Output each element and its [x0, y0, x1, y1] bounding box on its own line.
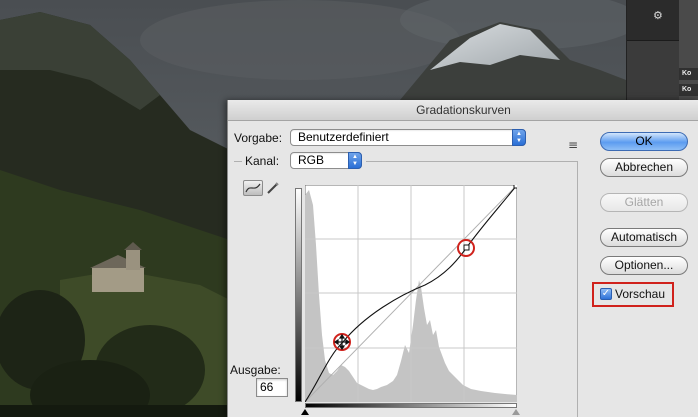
- preview-checkbox[interactable]: ✓: [600, 288, 612, 300]
- select-arrows-icon: ▲ ▼: [512, 129, 526, 146]
- curve-points-icon[interactable]: [243, 180, 263, 196]
- preview-label[interactable]: Vorschau: [615, 287, 665, 301]
- curves-graph[interactable]: [305, 185, 517, 402]
- panel-layers-icon[interactable]: ⚙︎: [653, 9, 663, 22]
- channel-value: RGB: [298, 153, 325, 167]
- panel-toolbar: ⚙︎: [627, 0, 679, 41]
- auto-button[interactable]: Automatisch: [600, 228, 688, 247]
- white-point-slider[interactable]: [512, 409, 520, 415]
- curve-point[interactable]: [513, 185, 517, 189]
- preset-select[interactable]: Benutzerdefiniert ▲ ▼: [290, 129, 526, 146]
- preset-value: Benutzerdefiniert: [298, 130, 389, 144]
- input-gradient-bar: [305, 403, 517, 408]
- group-border: [366, 161, 578, 162]
- curve-glyph: [245, 183, 261, 193]
- panel-tab-label[interactable]: Ko: [679, 68, 698, 80]
- channel-select[interactable]: RGB ▲ ▼: [290, 152, 362, 169]
- group-border: [234, 161, 242, 162]
- output-label: Ausgabe:: [230, 363, 281, 377]
- panel-tab-label[interactable]: Ko: [679, 84, 698, 96]
- curve-point[interactable]: [463, 244, 470, 251]
- channel-label: Kanal:: [245, 154, 280, 168]
- pencil-icon[interactable]: [266, 181, 280, 195]
- dialog-title: Gradationskurven: [228, 100, 698, 121]
- preset-options-icon[interactable]: ≡: [568, 138, 578, 152]
- output-value-input[interactable]: 66: [256, 378, 288, 397]
- output-gradient-bar: [295, 188, 302, 402]
- options-button[interactable]: Optionen...: [600, 256, 688, 275]
- smooth-button[interactable]: Glätten: [600, 193, 688, 212]
- preset-label: Vorgabe:: [234, 131, 283, 145]
- ok-button[interactable]: OK: [600, 132, 688, 151]
- select-arrows-icon: ▲ ▼: [348, 152, 362, 169]
- black-point-slider[interactable]: [301, 409, 309, 415]
- curves-dialog: Gradationskurven Vorgabe: Benutzerdefini…: [227, 100, 698, 417]
- preview-highlight: ✓ Vorschau: [592, 282, 674, 307]
- cancel-button[interactable]: Abbrechen: [600, 158, 688, 177]
- group-border: [577, 161, 578, 417]
